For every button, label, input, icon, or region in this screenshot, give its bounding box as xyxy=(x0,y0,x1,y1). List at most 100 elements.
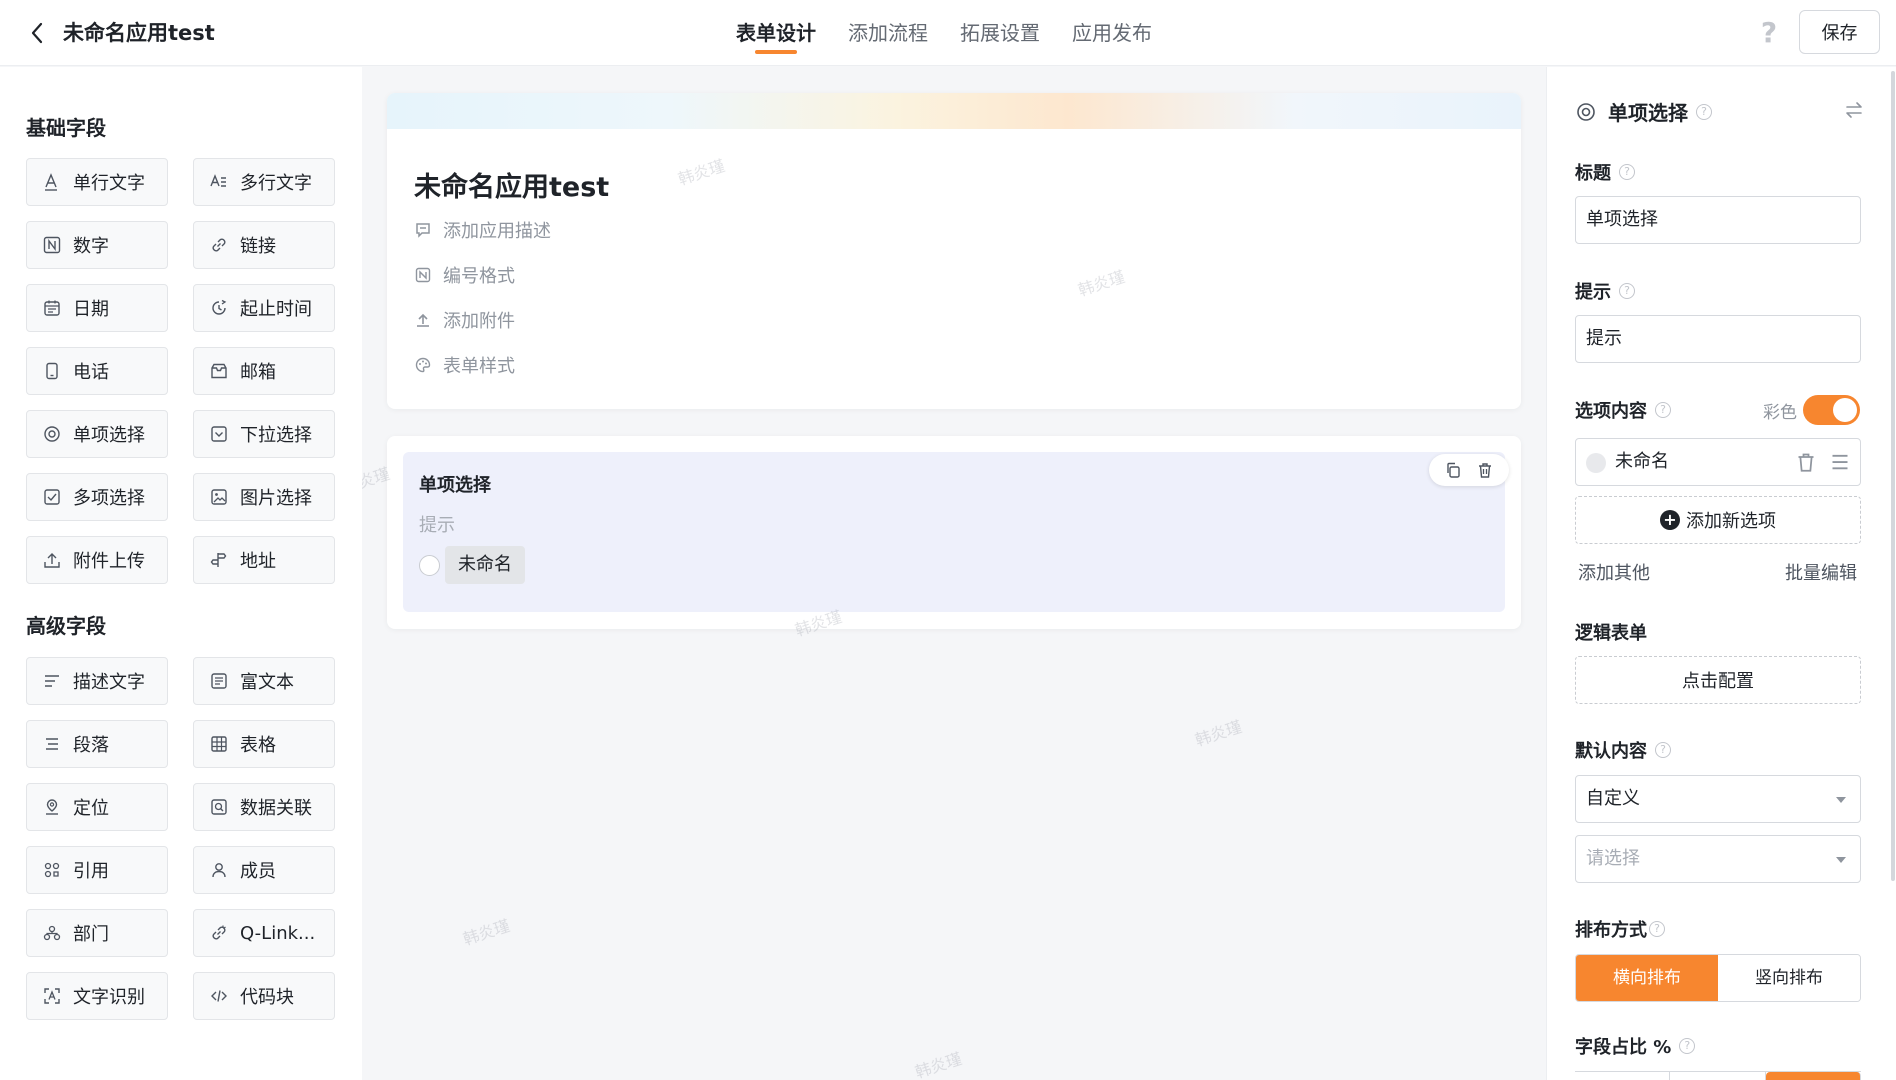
help-circle-icon[interactable]: ? xyxy=(1655,402,1671,418)
member-icon xyxy=(209,860,229,880)
palette-field-button[interactable]: 地址 xyxy=(193,536,335,584)
palette-field-button[interactable]: 邮箱 xyxy=(193,347,335,395)
title-input[interactable]: 单项选择 xyxy=(1575,196,1861,244)
palette-field-button[interactable]: 代码块 xyxy=(193,972,335,1020)
save-button[interactable]: 保存 xyxy=(1799,10,1880,54)
switch-field-icon[interactable] xyxy=(1843,99,1865,121)
option-text[interactable]: 未命名 xyxy=(1615,439,1669,485)
trash-icon[interactable] xyxy=(1796,452,1816,472)
palette-field-button[interactable]: 部门 xyxy=(26,909,168,957)
tab-extension-settings[interactable]: 拓展设置 xyxy=(944,0,1056,66)
single-choice-field-card[interactable]: 单项选择 提示 未命名 xyxy=(387,436,1521,629)
advanced-fields-title: 高级字段 xyxy=(26,614,106,638)
palette-field-button[interactable]: 富文本 xyxy=(193,657,335,705)
palette-field-button[interactable]: 单行文字 xyxy=(26,158,168,206)
number-format-link[interactable]: 编号格式 xyxy=(414,262,515,288)
tab-form-design[interactable]: 表单设计 xyxy=(720,0,832,66)
palette-field-label: 多行文字 xyxy=(240,173,312,194)
option-pill[interactable]: 未命名 xyxy=(445,546,525,584)
link-icon xyxy=(209,235,229,255)
option-color-dot[interactable] xyxy=(1586,453,1606,473)
help-circle-icon[interactable]: ? xyxy=(1619,283,1635,299)
palette-field-button[interactable]: 数字 xyxy=(26,221,168,269)
palette-field-button[interactable]: 数据关联 xyxy=(193,783,335,831)
help-circle-icon[interactable]: ? xyxy=(1619,164,1635,180)
add-description-link[interactable]: 添加应用描述 xyxy=(414,217,551,243)
help-circle-icon[interactable]: ? xyxy=(1696,103,1712,120)
palette-field-button[interactable]: 起止时间 xyxy=(193,284,335,332)
watermark: 韩炎瑾 xyxy=(460,915,513,949)
palette-field-button[interactable]: 附件上传 xyxy=(26,536,168,584)
add-option-button[interactable]: + 添加新选项 xyxy=(1575,496,1861,544)
basic-fields-title: 基础字段 xyxy=(26,116,106,140)
hint-input[interactable]: 提示 xyxy=(1575,315,1861,363)
palette-field-label: 成员 xyxy=(240,861,276,882)
form-style-link[interactable]: 表单样式 xyxy=(414,352,515,378)
palette-field-label: 定位 xyxy=(73,798,109,819)
help-icon[interactable]: ? xyxy=(1752,16,1786,50)
help-circle-icon[interactable]: ? xyxy=(1649,921,1665,937)
palette-field-button[interactable]: 电话 xyxy=(26,347,168,395)
ratio-option[interactable] xyxy=(1670,1072,1766,1080)
palette-field-label: 起止时间 xyxy=(240,299,312,320)
add-option-label: 添加新选项 xyxy=(1686,511,1776,532)
back-arrow-icon[interactable] xyxy=(22,18,52,48)
default-mode-select[interactable]: 自定义 xyxy=(1575,775,1861,823)
copy-icon[interactable] xyxy=(1443,460,1463,480)
palette-field-label: 图片选择 xyxy=(240,488,312,509)
help-circle-icon[interactable]: ? xyxy=(1679,1038,1696,1054)
tab-add-process[interactable]: 添加流程 xyxy=(832,0,944,66)
text-icon xyxy=(42,172,62,192)
palette-field-button[interactable]: 多项选择 xyxy=(26,473,168,521)
palette-field-button[interactable]: 文字识别 xyxy=(26,972,168,1020)
data-link-icon xyxy=(209,797,229,817)
tab-app-publish[interactable]: 应用发布 xyxy=(1056,0,1168,66)
palette-field-button[interactable]: 表格 xyxy=(193,720,335,768)
field-ratio-selector xyxy=(1575,1071,1861,1080)
palette-field-button[interactable]: 日期 xyxy=(26,284,168,332)
palette-field-label: 数字 xyxy=(73,236,109,257)
color-toggle[interactable] xyxy=(1803,395,1860,425)
palette-field-button[interactable]: 链接 xyxy=(193,221,335,269)
form-title[interactable]: 未命名应用test xyxy=(414,165,609,204)
upload-icon xyxy=(414,311,432,329)
add-attachment-link[interactable]: 添加附件 xyxy=(414,307,515,333)
palette-field-button[interactable]: 段落 xyxy=(26,720,168,768)
field-palette: 基础字段 单行文字 多行文字数字 链接 日期 起止时间电话 邮箱 单项选择 下拉选择 多项选择 图… xyxy=(0,67,362,1080)
drag-handle-icon[interactable] xyxy=(1830,452,1850,472)
scrollbar[interactable] xyxy=(1891,71,1895,881)
batch-edit-link[interactable]: 批量编辑 xyxy=(1785,559,1857,585)
palette-field-button[interactable]: 描述文字 xyxy=(26,657,168,705)
add-other-link[interactable]: 添加其他 xyxy=(1578,559,1650,585)
ocr-icon xyxy=(42,986,62,1006)
palette-field-button[interactable]: 成员 xyxy=(193,846,335,894)
ratio-option[interactable] xyxy=(1765,1072,1861,1080)
palette-field-button[interactable]: 图片选择 xyxy=(193,473,335,521)
palette-field-button[interactable]: 引用 xyxy=(26,846,168,894)
title-label: 标题 ? xyxy=(1575,159,1635,185)
palette-field-button[interactable]: 定位 xyxy=(26,783,168,831)
palette-field-button[interactable]: 单项选择 xyxy=(26,410,168,458)
department-icon xyxy=(42,923,62,943)
panel-title: 单项选择 xyxy=(1608,101,1688,125)
layout-horizontal-button[interactable]: 横向排布 xyxy=(1576,955,1718,1001)
selected-field[interactable]: 单项选择 提示 未命名 xyxy=(403,452,1509,612)
layout-label: 排布方式 ? xyxy=(1575,916,1665,942)
palette-field-button[interactable]: 下拉选择 xyxy=(193,410,335,458)
palette-field-button[interactable]: Q-Link... xyxy=(193,909,335,957)
properties-panel: 单项选择 ? 标题 ? 单项选择 提示 ? 提示 选项内容 ? 彩色 未命名 +… xyxy=(1546,67,1896,1080)
options-label: 选项内容 ? xyxy=(1575,397,1671,423)
add-description-label: 添加应用描述 xyxy=(443,221,551,242)
configure-logic-button[interactable]: 点击配置 xyxy=(1575,656,1861,704)
layout-vertical-button[interactable]: 竖向排布 xyxy=(1718,955,1860,1001)
palette-field-button[interactable]: 多行文字 xyxy=(193,158,335,206)
ratio-option[interactable] xyxy=(1575,1072,1671,1080)
default-value-select[interactable]: 请选择 xyxy=(1575,835,1861,883)
location-icon xyxy=(42,797,62,817)
delete-icon[interactable] xyxy=(1475,460,1495,480)
table-icon xyxy=(209,734,229,754)
help-circle-icon[interactable]: ? xyxy=(1655,742,1671,758)
option-row[interactable]: 未命名 xyxy=(1575,438,1861,486)
plus-circle-icon: + xyxy=(1660,510,1680,530)
option-radio[interactable] xyxy=(419,555,440,576)
